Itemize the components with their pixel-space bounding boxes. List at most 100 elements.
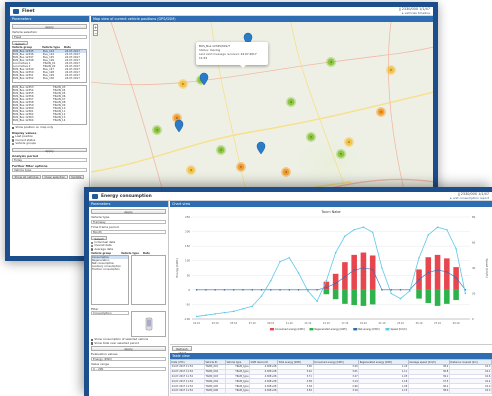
user-info[interactable]: ‖ 2330/000 1/1/47 ▸ vehicles timeline [399, 7, 430, 15]
time-frame-select[interactable]: Month [91, 229, 166, 234]
show-total-checkbox[interactable]: Show total over selected period [91, 341, 166, 345]
update-button[interactable]: Update [68, 175, 84, 180]
net-energy-point [436, 269, 439, 271]
net-energy-point [390, 289, 393, 291]
analysis-period-label: Analysis period [12, 153, 39, 158]
speed-point [288, 257, 291, 259]
show-on-map-checkbox[interactable]: Show position on map only [12, 125, 87, 129]
energy-main-panel: Chart view Tourn Nabe -100 -50 0 50 100 150 200… [170, 201, 492, 396]
vehicle-cluster-marker[interactable]: 2 [344, 137, 354, 147]
evaluation-list-item[interactable]: Traction consumption [92, 268, 128, 271]
evaluation-values-field[interactable]: Energy (kWh) [91, 356, 166, 361]
speed-line [196, 226, 466, 317]
zoom-out-button[interactable]: − [94, 30, 97, 36]
vehicle-pin-icon[interactable] [256, 141, 266, 155]
regenerated-energy-bar [332, 289, 339, 300]
energy-data-table: Date (UTC) Vehicle ID Vehicle type GSM devi… [170, 359, 492, 394]
vehicle-pin-icon[interactable] [174, 119, 184, 133]
map-window-titlebar: Fleet ‖ 2330/000 1/1/47 ▸ vehicles timeli… [10, 7, 433, 16]
analysis-period-field[interactable]: Today [12, 158, 87, 163]
speed-point [279, 260, 281, 263]
vehicle-cluster-marker[interactable]: 4 [326, 57, 336, 67]
energy-consumption-window: Energy consumption ‖ 2330/000 1/1/47 ▸ un… [84, 187, 492, 396]
table-row[interactable]: 24.07.2017 11:54 TRAM_006 TRAM_type 4.30E+0… [170, 387, 492, 394]
net-energy-point [288, 289, 291, 291]
speed-point [195, 315, 198, 318]
speed-point [297, 272, 300, 274]
vehicle-cluster-marker[interactable]: 4 [286, 97, 296, 107]
vehicle-type-item[interactable]: BUS_Bus 12364 TRAIN_14 [13, 119, 86, 122]
table-cell: 1.15 [358, 387, 409, 394]
speed-point [205, 314, 207, 316]
net-energy-point [195, 289, 198, 291]
vehicle-cluster-marker[interactable]: 4 [281, 167, 291, 177]
vehicle-cluster-marker[interactable]: 3 [306, 132, 316, 142]
y-tick-label: -50 [186, 302, 191, 306]
net-energy-point [446, 270, 448, 273]
x-tick-label: 03.10 [212, 322, 219, 325]
vehicle-cluster-marker[interactable]: 5 [336, 149, 346, 159]
data-mode-radio[interactable]: Average data [91, 247, 166, 251]
x-tick-label: 19.10 [360, 322, 367, 325]
speed-point [260, 295, 263, 297]
energy-apply-top-button[interactable]: Apply [91, 209, 166, 214]
vehicle-selection-field[interactable]: Fleet [12, 34, 87, 39]
map-apply-top-button[interactable]: Apply [12, 24, 87, 29]
svg-text:5: 5 [182, 82, 184, 86]
svg-text:3: 3 [380, 110, 382, 114]
filter-options-field[interactable]: Vehicle type [12, 168, 87, 173]
vehicle-cluster-marker[interactable]: 3 [376, 107, 386, 117]
y2-axis-label: Speed [km/h] [485, 259, 489, 278]
vehicle-cluster-marker[interactable]: 3 [152, 125, 162, 135]
svg-text:2: 2 [390, 68, 392, 72]
regenerated-energy-bar [434, 289, 441, 306]
vehicle-type-list[interactable]: BUS_Bus 12353 TRAIN_03 BUS_Bus 12354 TRAIN_… [12, 85, 87, 125]
y2-tick-label: 40 [472, 266, 476, 270]
select-groups-button[interactable]: Select [12, 40, 28, 45]
speed-point [242, 308, 244, 310]
evaluation-list[interactable]: Consumption Regeneration Net consumption Au… [91, 255, 129, 306]
vehicle-cluster-marker[interactable]: 5 [178, 79, 188, 89]
vehicle-cluster-marker[interactable]: 2 [386, 65, 396, 75]
table-cell: 38.0 [407, 387, 450, 394]
legend-swatch [353, 328, 358, 331]
net-energy-line [196, 267, 466, 291]
map-apply-bottom-button[interactable]: Apply [12, 147, 87, 152]
vehicle-type-select[interactable]: Tramway [91, 219, 166, 224]
legend-label: Speed [km/h] [390, 328, 406, 331]
data-mode-radio-group: Individual data Overall data Average data [91, 240, 166, 251]
net-energy-point [371, 268, 374, 271]
display-value-radio[interactable]: Vehicle groups [12, 141, 87, 145]
display-values-radio-group: Last position Current status Vehicle group… [12, 134, 87, 145]
vehicle-cluster-marker[interactable]: 5 [236, 162, 246, 172]
refresh-chart-button[interactable]: Refresh chart [172, 346, 192, 355]
net-energy-point [362, 267, 365, 269]
map-road [91, 91, 433, 173]
vehicle-list[interactable]: BUS_Bus 12345 Bus_123 24.07.2017 BUS_Bus 12… [12, 49, 87, 83]
app-logo-icon [13, 8, 19, 14]
energy-chart: Tourn Nabe -100 -50 0 50 100 150 200 250 0 20 40 60 8… [175, 210, 489, 331]
net-energy-point [223, 289, 226, 291]
energy-apply-button[interactable]: Apply [91, 346, 166, 351]
vehicle-cluster-marker[interactable]: 2 [216, 145, 226, 155]
x-tick-label: 09.10 [267, 322, 274, 325]
vehicle-type-label: Vehicle type [91, 215, 110, 219]
y2-tick-label: 0 [472, 317, 474, 321]
vehicle-type-listbox[interactable] [131, 255, 166, 306]
filter-field[interactable]: Consumption [91, 311, 129, 316]
zoom-in-button[interactable]: + [94, 25, 97, 30]
table-cell: 3.63 [277, 387, 314, 394]
net-energy-point [316, 289, 318, 291]
vehicle-list-item[interactable]: BUS_Bus 12352 Bus_130 24.07.2017 [13, 77, 86, 80]
show-all-vehicles-button[interactable]: Show all vehicles [12, 175, 42, 180]
user-info[interactable]: ‖ 2330/000 1/1/47 ▸ unit consumption repo… [450, 192, 489, 200]
x-tick-label: 21.10 [379, 322, 386, 325]
legend-label: Regenerated energy [kWh] [314, 328, 346, 331]
y-tick-label: 250 [185, 215, 190, 219]
value-range-field[interactable]: 0 – 200 [91, 366, 166, 371]
regenerated-energy-bar [425, 289, 432, 303]
clear-selection-button[interactable]: Clear selection [42, 175, 68, 180]
vehicle-cluster-marker[interactable]: 4 [186, 165, 196, 175]
y2-tick-label: 20 [472, 292, 476, 296]
x-tick-label: 15.10 [323, 322, 330, 325]
